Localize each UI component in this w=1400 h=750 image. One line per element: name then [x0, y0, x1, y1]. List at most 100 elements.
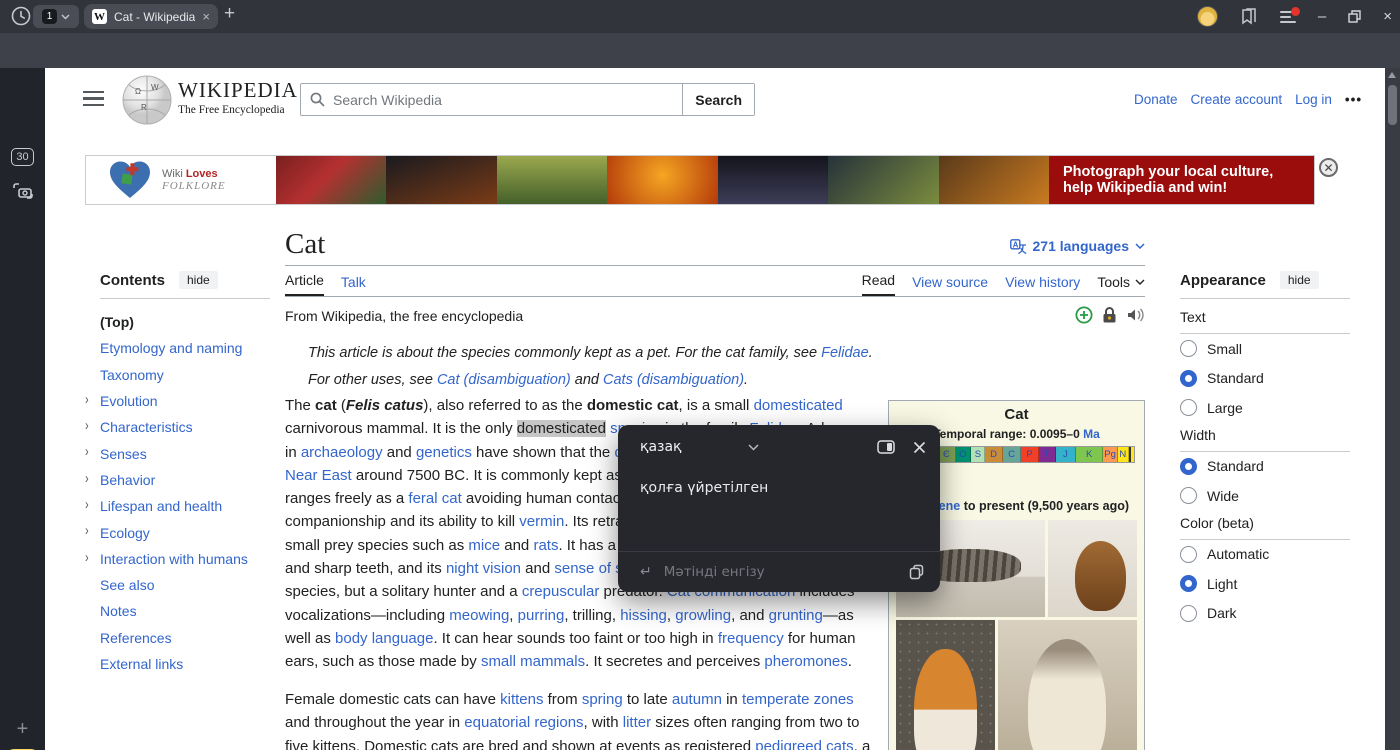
toc-link[interactable]: Ecology — [100, 525, 150, 541]
toc-link[interactable]: Taxonomy — [100, 367, 164, 383]
wiki-link[interactable]: temperate zones — [742, 691, 854, 708]
toc-link[interactable]: References — [100, 630, 172, 646]
new-tab-button[interactable]: + — [224, 3, 235, 25]
ma-link[interactable]: Ma — [1083, 427, 1100, 441]
appearance-option-automatic[interactable]: Automatic — [1180, 540, 1350, 570]
wiki-link[interactable]: hissing — [620, 607, 667, 624]
toc-item[interactable]: › Behavior — [85, 467, 270, 493]
wiki-link[interactable]: small mammals — [481, 653, 585, 670]
main-menu-icon[interactable] — [83, 91, 104, 106]
wiki-link[interactable]: spring — [582, 691, 623, 708]
appearance-option-standard[interactable]: Standard — [1180, 452, 1350, 482]
toc-link[interactable]: Senses — [100, 446, 147, 462]
languages-button[interactable]: A 271 languages — [1005, 238, 1145, 254]
toc-expand-icon[interactable]: › — [85, 471, 89, 487]
page-scrollbar[interactable] — [1385, 68, 1400, 750]
history-icon[interactable] — [10, 5, 32, 27]
wiki-link[interactable]: autumn — [672, 691, 722, 708]
chevron-down-icon[interactable] — [748, 444, 759, 451]
toc-item[interactable]: › Senses — [85, 440, 270, 466]
wiki-link[interactable]: domesticated — [754, 397, 843, 414]
appearance-option-small[interactable]: Small — [1180, 334, 1350, 364]
wiki-link[interactable]: Near East — [285, 467, 352, 484]
scroll-up-arrow[interactable] — [1388, 72, 1396, 78]
banner-message[interactable]: Photograph your local culture, help Wiki… — [1049, 156, 1314, 204]
browser-menu-icon[interactable] — [1280, 11, 1296, 23]
radio-icon[interactable] — [1180, 605, 1197, 622]
appearance-option-large[interactable]: Large — [1180, 393, 1350, 423]
cat-photo-ginger[interactable] — [896, 620, 995, 750]
tab-talk[interactable]: Talk — [341, 274, 366, 296]
toc-expand-icon[interactable]: › — [85, 392, 89, 408]
appearance-option-light[interactable]: Light — [1180, 569, 1350, 599]
profile-avatar[interactable] — [1197, 6, 1218, 27]
search-input[interactable] — [325, 84, 682, 115]
toc-item[interactable]: ›Characteristics — [85, 414, 270, 440]
tab-view-source[interactable]: View source — [912, 274, 988, 296]
appearance-hide-button[interactable]: hide — [1280, 271, 1319, 289]
wiki-link[interactable]: kittens — [500, 691, 543, 708]
wiki-loves-folklore-banner[interactable]: Wiki Loves FOLKLORE Photograph your loca… — [85, 155, 1315, 205]
screenshot-icon[interactable] — [0, 181, 45, 201]
tab-view-history[interactable]: View history — [1005, 274, 1080, 296]
add-panel-icon[interactable]: + — [0, 718, 45, 741]
wiki-link[interactable]: grunting — [769, 607, 823, 624]
toc-link[interactable]: Evolution — [100, 393, 158, 409]
restore-button[interactable] — [1348, 10, 1361, 23]
wiki-link[interactable]: pedigreed cats — [755, 738, 853, 750]
toc-link[interactable]: (Top) — [100, 314, 134, 330]
appearance-option-wide[interactable]: Wide — [1180, 481, 1350, 511]
geo-period-S[interactable]: S — [971, 447, 985, 462]
copy-icon[interactable] — [909, 564, 924, 580]
toc-link[interactable]: Characteristics — [100, 419, 193, 435]
tab-tools[interactable]: Tools — [1097, 274, 1145, 296]
tab-read[interactable]: Read — [862, 272, 895, 296]
toc-link[interactable]: Behavior — [100, 472, 155, 488]
toc-item[interactable]: ›Interaction with humans — [85, 546, 270, 572]
toc-link[interactable]: Etymology and naming — [100, 340, 242, 356]
wiki-link[interactable]: Felidae — [821, 345, 869, 361]
login-link[interactable]: Log in — [1295, 92, 1332, 107]
geo-period-C[interactable]: C — [1003, 447, 1022, 462]
geo-period-P[interactable]: P — [1021, 447, 1038, 462]
radio-selected-icon[interactable] — [1180, 575, 1197, 592]
good-article-icon[interactable] — [1075, 306, 1093, 324]
toc-link[interactable]: Notes — [100, 603, 137, 619]
wiki-link[interactable]: mice — [468, 537, 500, 554]
geo-period-O[interactable]: O — [956, 447, 972, 462]
search-button[interactable]: Search — [682, 84, 754, 115]
toc-item[interactable]: Taxonomy — [85, 362, 270, 388]
wiki-link[interactable]: Cats (disambiguation) — [603, 372, 744, 388]
toc-item[interactable]: See also — [85, 572, 270, 598]
toc-expand-icon[interactable]: › — [85, 550, 89, 566]
contents-hide-button[interactable]: hide — [179, 271, 218, 289]
active-tab[interactable]: W Cat - Wikipedia × — [84, 4, 218, 29]
side-panel-icon[interactable] — [877, 440, 895, 454]
toc-expand-icon[interactable]: › — [85, 445, 89, 461]
wiki-link[interactable]: frequency — [718, 630, 784, 647]
tab-close-icon[interactable]: × — [202, 10, 210, 23]
create-account-link[interactable]: Create account — [1191, 92, 1283, 107]
toc-item[interactable]: External links — [85, 651, 270, 677]
wiki-link[interactable]: genetics — [416, 444, 472, 461]
cat-photo-abyssinian[interactable] — [1048, 520, 1137, 617]
cat-photo-siamese[interactable] — [998, 620, 1137, 750]
toc-link[interactable]: Lifespan and health — [100, 498, 222, 514]
scrollbar-thumb[interactable] — [1388, 85, 1397, 125]
radio-selected-icon[interactable] — [1180, 370, 1197, 387]
radio-icon[interactable] — [1180, 487, 1197, 504]
radio-icon[interactable] — [1180, 399, 1197, 416]
toc-item[interactable]: Etymology and naming — [85, 335, 270, 361]
wikipedia-wordmark[interactable]: WIKIPEDIA The Free Encyclopedia — [178, 78, 298, 116]
toc-item[interactable]: ›Ecology — [85, 519, 270, 545]
wiki-link[interactable]: litter — [623, 714, 651, 731]
wiki-link[interactable]: pheromones — [764, 653, 847, 670]
bookmarks-panel-icon[interactable] — [1240, 8, 1258, 25]
toc-link[interactable]: See also — [100, 577, 154, 593]
donate-link[interactable]: Donate — [1134, 92, 1178, 107]
target-language-label[interactable]: қазақ — [640, 439, 682, 455]
wiki-link[interactable]: rats — [533, 537, 558, 554]
geo-period-D[interactable]: D — [985, 447, 1002, 462]
wiki-link[interactable]: vermin — [519, 513, 564, 530]
radio-icon[interactable] — [1180, 340, 1197, 357]
